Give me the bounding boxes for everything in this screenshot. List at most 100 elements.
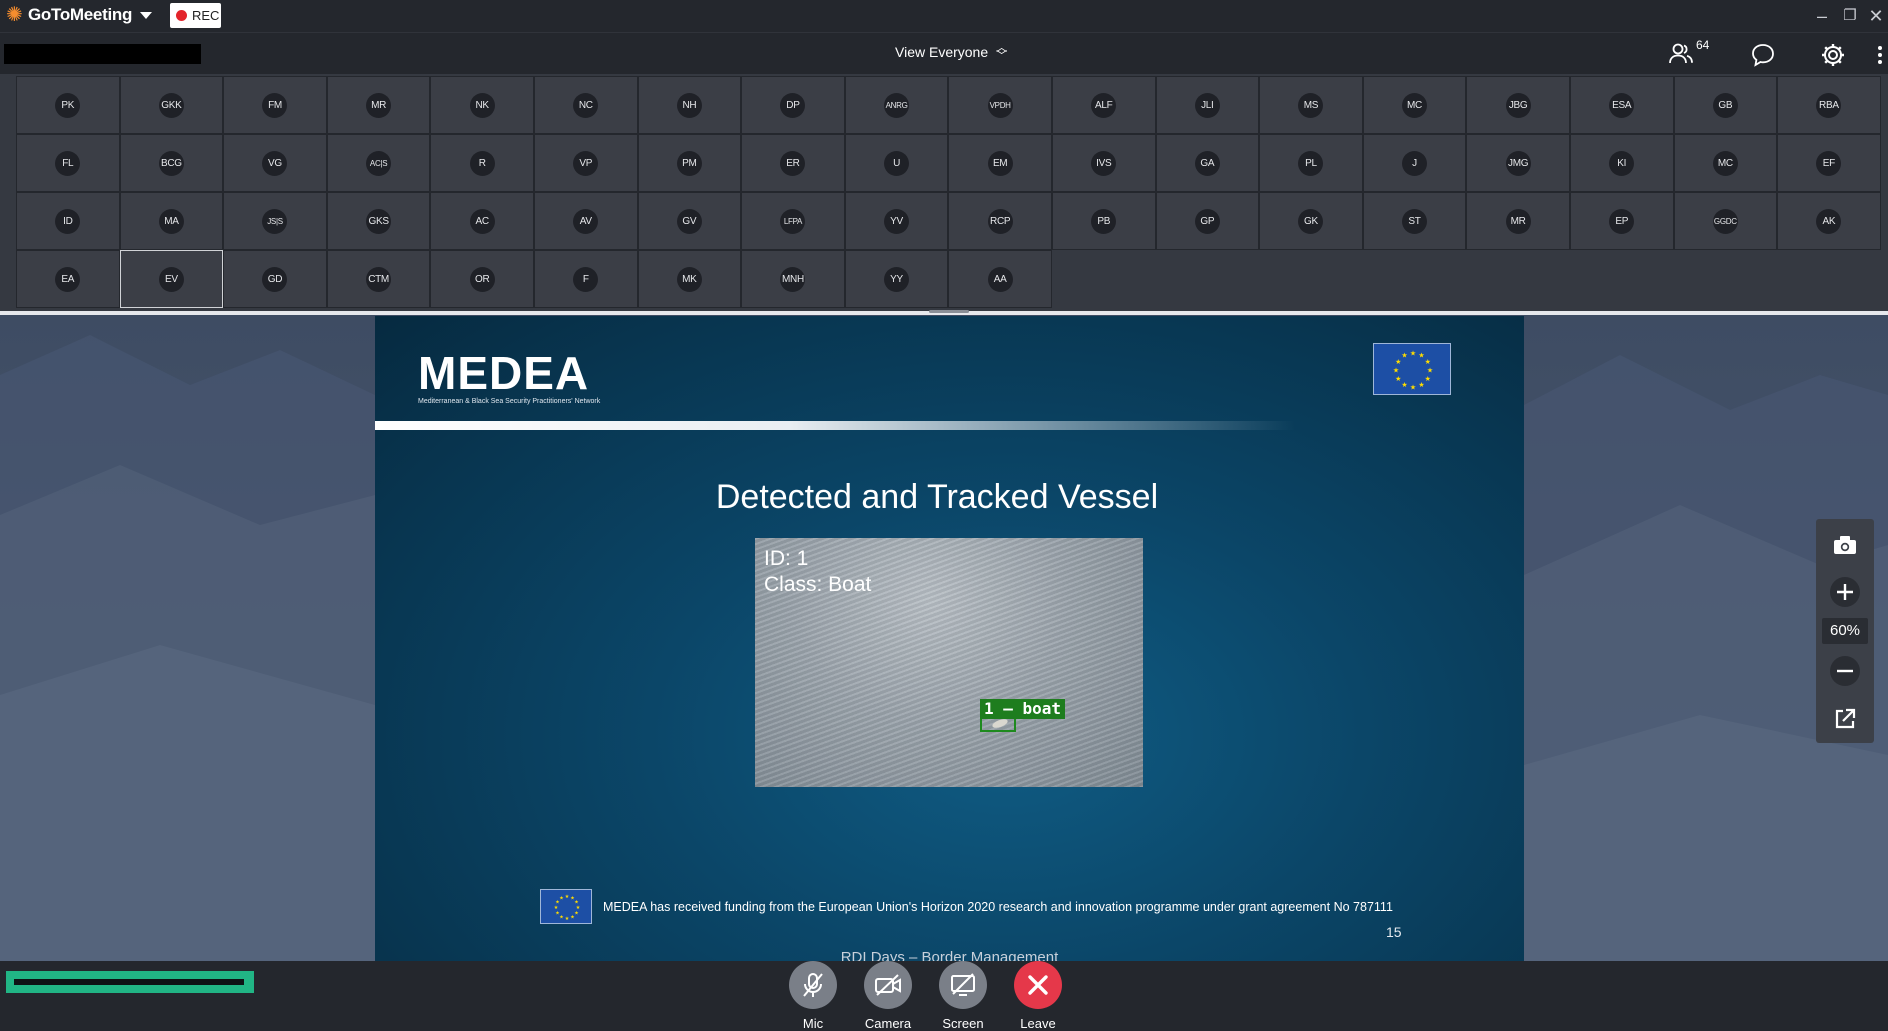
participant-tile[interactable]: GK	[1259, 192, 1363, 250]
participant-tile[interactable]: VG	[223, 134, 327, 192]
app-menu[interactable]: ✺ GoToMeeting	[6, 5, 153, 25]
participant-tile[interactable]: IVS	[1051, 134, 1156, 192]
participant-tile[interactable]: ER	[741, 134, 845, 192]
camera-button[interactable]: Camera	[858, 961, 918, 1031]
participant-tile[interactable]: NH	[637, 76, 742, 134]
participant-tile[interactable]: GD	[223, 250, 327, 308]
participant-tile[interactable]: RCP	[948, 192, 1052, 250]
participant-tile[interactable]: AK	[1777, 192, 1881, 250]
participant-tile[interactable]: J	[1362, 134, 1467, 192]
participant-avatar: OR	[469, 266, 495, 292]
settings-gear-icon[interactable]	[1820, 42, 1846, 68]
participant-tile[interactable]: KI	[1569, 134, 1674, 192]
leave-button[interactable]: Leave	[1008, 961, 1068, 1031]
participant-tile[interactable]: MK	[637, 250, 742, 308]
participant-avatar: MR	[366, 92, 392, 118]
participant-tile[interactable]: JMG	[1466, 134, 1570, 192]
screen-label: Screen	[942, 1016, 984, 1031]
participant-avatar: IVS	[1091, 150, 1117, 176]
participant-tile[interactable]: EV	[119, 250, 224, 308]
participant-tile[interactable]: JS|S	[223, 192, 327, 250]
participant-avatar: VPDH	[987, 92, 1013, 118]
participant-tile[interactable]: JBG	[1466, 76, 1570, 134]
participant-tile[interactable]: YY	[844, 250, 949, 308]
participant-tile[interactable]: CTM	[326, 250, 431, 308]
close-icon[interactable]: ✕	[1864, 4, 1888, 28]
participant-tile[interactable]: PL	[1259, 134, 1363, 192]
restore-icon[interactable]: ❐	[1838, 4, 1862, 28]
svg-text:★: ★	[1427, 366, 1433, 374]
view-selector[interactable]: View Everyone ︿ ﹀	[895, 43, 1007, 62]
participant-tile[interactable]: PK	[16, 76, 120, 134]
zoom-out-icon[interactable]	[1830, 656, 1860, 686]
participant-tile[interactable]: AC	[430, 192, 534, 250]
participant-tile[interactable]: MR	[1466, 192, 1570, 250]
participant-avatar: ANRG	[884, 92, 910, 118]
participant-tile[interactable]: GKK	[119, 76, 224, 134]
recording-badge[interactable]: REC	[170, 3, 221, 28]
participant-tile[interactable]: EF	[1777, 134, 1881, 192]
participant-tile[interactable]: DP	[741, 76, 845, 134]
participant-tile[interactable]: AV	[533, 192, 638, 250]
divider-handle[interactable]	[929, 310, 969, 313]
participant-tile[interactable]: MNH	[741, 250, 845, 308]
snapshot-camera-icon[interactable]	[1830, 530, 1860, 560]
participant-tile[interactable]: VPDH	[948, 76, 1052, 134]
participant-tile[interactable]: GV	[637, 192, 742, 250]
participant-tile[interactable]: EA	[16, 250, 120, 308]
participant-tile[interactable]: NC	[533, 76, 638, 134]
participant-tile[interactable]: VP	[533, 134, 638, 192]
participant-tile[interactable]: EP	[1569, 192, 1674, 250]
participant-tile[interactable]: OR	[430, 250, 534, 308]
more-vertical-icon[interactable]	[1874, 42, 1886, 68]
participant-tile[interactable]: GKS	[326, 192, 431, 250]
attendees-button[interactable]: 64	[1668, 38, 1709, 65]
participant-row: PK GKK FM MR NK NC NH DP ANRG VPDH ALF JLI MS MC JBG ES…	[16, 76, 1882, 134]
participant-tile[interactable]: AC|S	[326, 134, 431, 192]
chat-icon[interactable]	[1750, 42, 1776, 68]
participant-tile[interactable]: AA	[948, 250, 1052, 308]
participant-tile[interactable]: MA	[119, 192, 224, 250]
participant-tile[interactable]: MC	[1362, 76, 1467, 134]
screen-share-button[interactable]: Screen	[933, 961, 993, 1031]
participant-tile[interactable]: ID	[16, 192, 120, 250]
participant-tile[interactable]: R	[430, 134, 534, 192]
participant-tile[interactable]: JLI	[1155, 76, 1260, 134]
participant-avatar: LFPA	[780, 208, 806, 234]
participant-tile[interactable]: ANRG	[844, 76, 949, 134]
title-bar: ✺ GoToMeeting REC – ❐ ✕	[0, 0, 1888, 32]
participant-tile[interactable]: F	[533, 250, 638, 308]
participant-tile[interactable]: MC	[1673, 134, 1778, 192]
participant-tile[interactable]: ESA	[1569, 76, 1674, 134]
camera-label: Camera	[864, 1016, 912, 1031]
participant-avatar: KI	[1609, 150, 1635, 176]
participant-tile[interactable]: LFPA	[741, 192, 845, 250]
participant-tile[interactable]: FL	[16, 134, 120, 192]
participant-tile[interactable]: GA	[1155, 134, 1260, 192]
participant-tile[interactable]: ST	[1362, 192, 1467, 250]
participant-tile[interactable]: GB	[1673, 76, 1778, 134]
participant-tile[interactable]: MS	[1259, 76, 1363, 134]
participant-tile[interactable]: BCG	[119, 134, 224, 192]
participant-tile[interactable]: MR	[326, 76, 431, 134]
pop-out-icon[interactable]	[1830, 704, 1860, 734]
svg-text:★: ★	[1401, 352, 1407, 360]
participant-tile[interactable]: PB	[1051, 192, 1156, 250]
participant-tile[interactable]: NK	[430, 76, 534, 134]
participant-tile[interactable]: PM	[637, 134, 742, 192]
participant-tile[interactable]: GGDC	[1673, 192, 1778, 250]
mic-button[interactable]: Mic	[783, 961, 843, 1031]
participant-tile[interactable]: FM	[223, 76, 327, 134]
zoom-in-icon[interactable]	[1830, 577, 1860, 607]
svg-text:★: ★	[1425, 375, 1431, 383]
minimize-icon[interactable]: –	[1810, 4, 1834, 28]
participant-tile[interactable]: ALF	[1051, 76, 1156, 134]
participant-tile[interactable]: U	[844, 134, 949, 192]
participant-tile[interactable]: EM	[948, 134, 1052, 192]
participant-grid: PK GKK FM MR NK NC NH DP ANRG VPDH ALF JLI MS MC JBG ES…	[16, 76, 1882, 308]
overlay-id-text: ID: 1	[764, 547, 809, 570]
participant-tile[interactable]: RBA	[1777, 76, 1881, 134]
participant-avatar: MR	[1505, 208, 1531, 234]
participant-tile[interactable]: YV	[844, 192, 949, 250]
participant-tile[interactable]: GP	[1155, 192, 1260, 250]
